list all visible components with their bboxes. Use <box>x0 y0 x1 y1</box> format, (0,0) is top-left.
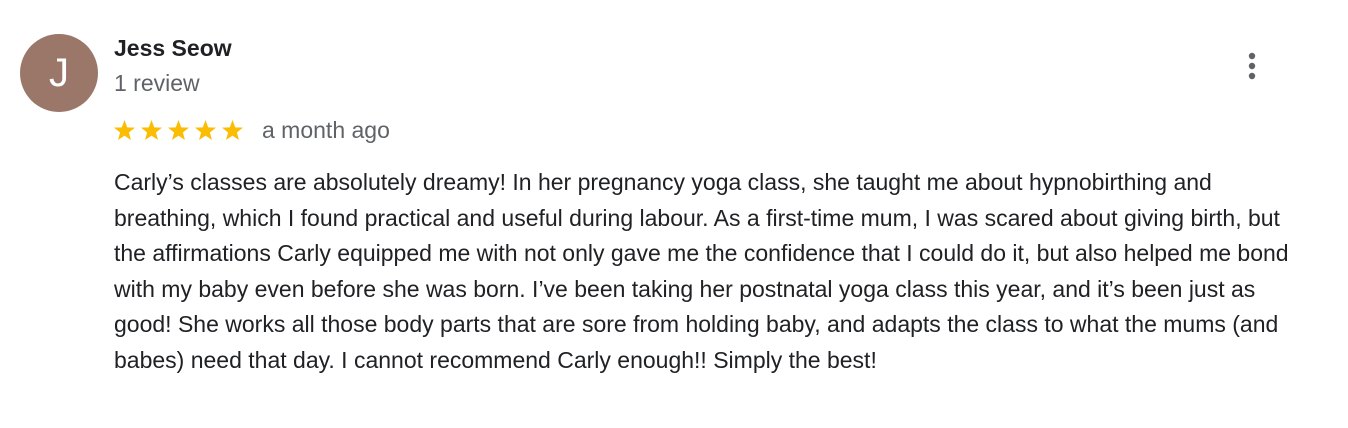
review-time: a month ago <box>262 117 390 143</box>
rating-row: a month ago <box>113 114 390 146</box>
more-options-button[interactable] <box>1236 44 1268 88</box>
more-vert-icon <box>1248 52 1256 80</box>
star-icon <box>168 119 189 140</box>
star-icon <box>141 119 162 140</box>
author-review-count[interactable]: 1 review <box>114 68 200 98</box>
star-icon <box>195 119 216 140</box>
star-rating <box>113 119 244 142</box>
avatar-letter: J <box>49 51 69 95</box>
author-name[interactable]: Jess Seow <box>114 33 232 63</box>
star-icon <box>114 119 135 140</box>
review-text: Carly’s classes are absolutely dreamy! I… <box>114 169 1289 373</box>
review-card: J Jess Seow 1 review a month ago Carly’s… <box>0 0 1348 428</box>
star-icon <box>222 119 243 140</box>
avatar[interactable]: J <box>20 34 98 112</box>
